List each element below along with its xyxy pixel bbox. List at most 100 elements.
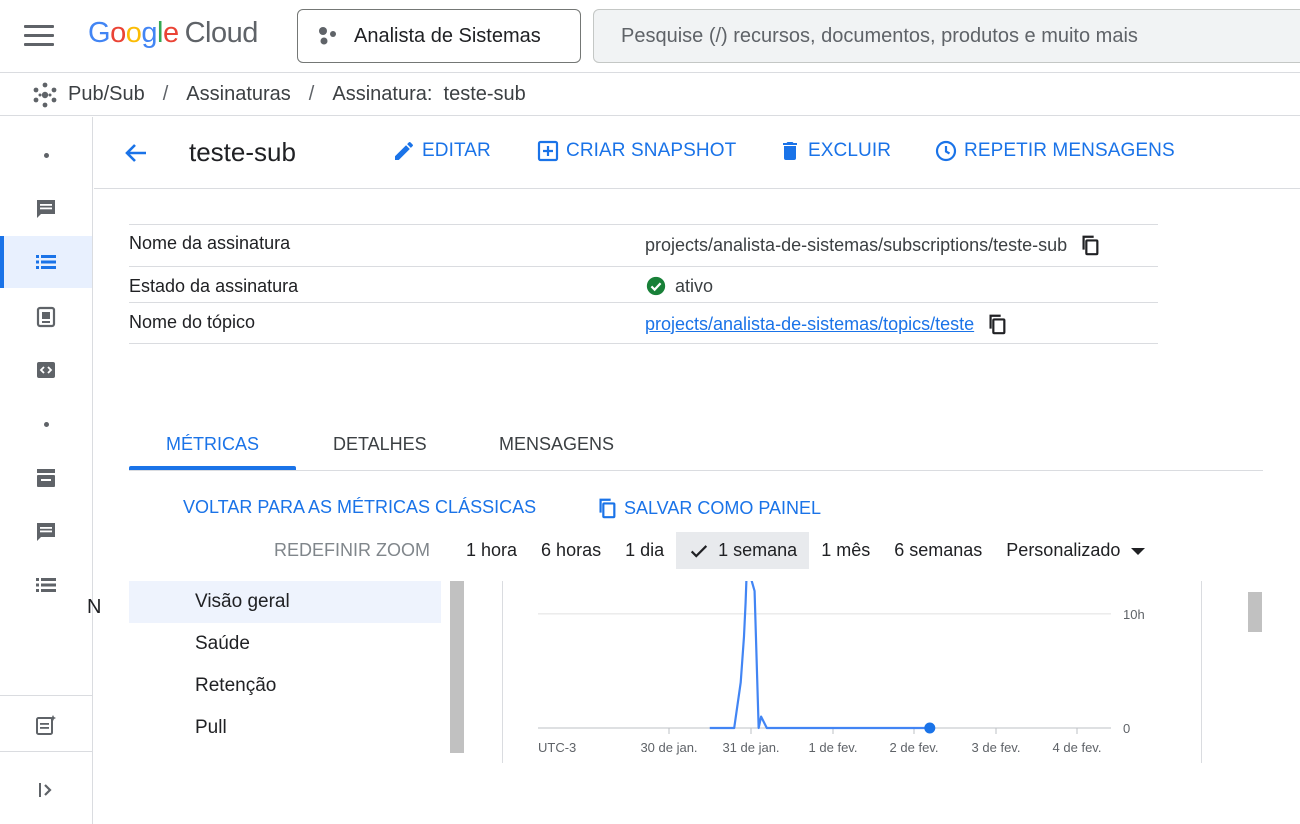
classic-metrics-label: VOLTAR PARA AS MÉTRICAS CLÁSSICAS: [183, 497, 537, 517]
metric-nav-health[interactable]: Saúde: [129, 623, 441, 665]
range-6w[interactable]: 6 semanas: [882, 532, 994, 569]
rail-item-truncated-label: N: [87, 596, 102, 618]
subscription-properties: Nome da assinatura projects/analista-de-…: [129, 224, 1158, 344]
metric-nav-pull[interactable]: Pull: [129, 707, 441, 749]
breadcrumb-subscriptions[interactable]: Assinaturas: [186, 83, 291, 106]
rail-item-lite[interactable]: [0, 452, 92, 504]
metric-nav-retention[interactable]: Retenção: [129, 665, 441, 707]
rail-item-topics[interactable]: [0, 183, 92, 235]
main-menu-button[interactable]: [24, 25, 54, 47]
left-nav-rail: [0, 117, 93, 824]
release-notes-icon: [36, 715, 56, 735]
copy-icon[interactable]: [986, 313, 1008, 335]
nav-scrollbar[interactable]: [450, 581, 464, 753]
chart-scrollbar[interactable]: [1248, 592, 1262, 632]
property-label: Nome da assinatura: [129, 233, 291, 253]
breadcrumb-current: Assinatura: teste-sub: [332, 83, 526, 105]
time-range-selector: REDEFINIR ZOOM 1 hora 6 horas 1 dia 1 se…: [270, 532, 1160, 569]
classic-metrics-link[interactable]: VOLTAR PARA AS MÉTRICAS CLÁSSICAS: [183, 497, 536, 518]
save-dashboard-label: SALVAR COMO PAINEL: [624, 497, 822, 518]
google-cloud-logo[interactable]: Google Cloud: [88, 17, 258, 50]
breadcrumb-separator: /: [308, 83, 315, 105]
range-1w[interactable]: 1 semana: [676, 532, 810, 569]
reset-zoom-button[interactable]: REDEFINIR ZOOM: [274, 540, 430, 561]
save-dashboard-button[interactable]: SALVAR COMO PAINEL: [596, 497, 821, 519]
range-1w-label: 1 semana: [718, 540, 798, 560]
x-tick-label: 31 de jan.: [722, 740, 779, 755]
edit-button[interactable]: EDITAR: [392, 139, 491, 163]
clock-icon: [935, 140, 957, 162]
delete-button[interactable]: EXCLUIR: [778, 139, 891, 163]
inbox-icon: [37, 469, 55, 487]
range-1h[interactable]: 1 hora: [454, 532, 529, 569]
x-tick-label: 1 de fev.: [809, 740, 858, 755]
rail-item-subscriptions[interactable]: [0, 236, 92, 288]
property-value: projects/analista-de-sistemas/subscripti…: [645, 234, 1101, 256]
rail-dot-item[interactable]: [0, 398, 92, 450]
active-tab-indicator: [129, 466, 296, 470]
back-arrow-icon[interactable]: [122, 139, 150, 167]
create-snapshot-label: CRIAR SNAPSHOT: [566, 140, 737, 161]
metric-nav-overview[interactable]: Visão geral: [129, 581, 441, 623]
rail-item-schemas[interactable]: [0, 344, 92, 396]
property-value: ativo: [645, 275, 713, 297]
tab-metrics[interactable]: MÉTRICAS: [166, 434, 259, 455]
list-icon: [36, 255, 56, 269]
tab-bar: MÉTRICAS DETALHES MENSAGENS: [129, 420, 1263, 471]
check-icon: [691, 544, 708, 558]
project-name: Analista de Sistemas: [354, 24, 541, 47]
property-row: Nome da assinatura projects/analista-de-…: [129, 224, 1158, 266]
breadcrumb-separator: /: [162, 83, 169, 105]
check-circle-icon: [646, 276, 666, 296]
range-1m[interactable]: 1 mês: [809, 532, 882, 569]
series-end-point: [924, 722, 936, 734]
project-dots-icon: [319, 27, 336, 45]
add-box-icon: [537, 140, 559, 162]
tab-details[interactable]: DETALHES: [333, 434, 427, 455]
metric-section-nav: Visão geral Saúde Retenção Pull: [129, 581, 441, 761]
project-picker-button[interactable]: Analista de Sistemas: [297, 9, 581, 63]
page-title: teste-sub: [189, 137, 296, 167]
rail-divider: [0, 751, 92, 752]
breadcrumb-pubsub[interactable]: Pub/Sub: [68, 83, 145, 106]
series-line: [709, 581, 930, 730]
rail-item-lite-subscriptions[interactable]: [0, 559, 92, 611]
replay-messages-label: REPETIR MENSAGENS: [964, 140, 1175, 161]
expand-rail-button[interactable]: [0, 764, 92, 816]
tab-messages[interactable]: MENSAGENS: [499, 434, 614, 455]
list-icon: [36, 578, 56, 592]
range-custom[interactable]: Personalizado: [994, 532, 1160, 569]
rail-item-release-notes[interactable]: [0, 699, 92, 751]
top-bar: Google Cloud Analista de Sistemas Pesquis…: [0, 0, 1300, 73]
x-tick-label: 3 de fev.: [972, 740, 1021, 755]
topic-link[interactable]: projects/analista-de-sistemas/topics/tes…: [645, 314, 974, 335]
page-header: teste-sub EDITAR CRIAR SNAPSHOT EXCLUIR …: [94, 117, 1300, 189]
rail-item-snapshots[interactable]: [0, 291, 92, 343]
y-tick-label: 0: [1123, 721, 1130, 736]
create-snapshot-button[interactable]: CRIAR SNAPSHOT: [536, 139, 736, 163]
property-row: Nome do tópico projects/analista-de-sist…: [129, 302, 1158, 344]
rail-divider: [0, 695, 92, 696]
code-icon: [37, 362, 55, 378]
chart-svg: UTC-3 30 de jan. 31 de jan. 1 de fev. 2 de f…: [538, 581, 1145, 755]
x-tick-label: 4 de fev.: [1053, 740, 1102, 755]
delete-label: EXCLUIR: [808, 140, 892, 161]
dot-icon: [43, 421, 49, 427]
copy-icon[interactable]: [1079, 234, 1101, 256]
search-input[interactable]: Pesquise (/) recursos, documentos, produ…: [593, 9, 1300, 63]
breadcrumb: Pub/Sub / Assinaturas / Assinatura: test…: [0, 74, 1300, 116]
trash-icon: [783, 142, 797, 160]
y-tick-label: 10h: [1123, 607, 1145, 622]
rail-item-lite-topics[interactable]: [0, 506, 92, 558]
pubsub-icon: [33, 82, 57, 107]
x-tick-label: UTC-3: [538, 740, 576, 755]
range-6h[interactable]: 6 horas: [529, 532, 613, 569]
snapshot-icon: [36, 306, 56, 328]
x-tick-label: 2 de fev.: [890, 740, 939, 755]
metric-chart: UTC-3 30 de jan. 31 de jan. 1 de fev. 2 de f…: [502, 581, 1202, 763]
property-value: projects/analista-de-sistemas/topics/tes…: [645, 313, 1008, 335]
range-1d[interactable]: 1 dia: [613, 532, 676, 569]
rail-dot-item[interactable]: [0, 129, 92, 181]
x-tick-label: 30 de jan.: [640, 740, 697, 755]
replay-messages-button[interactable]: REPETIR MENSAGENS: [934, 139, 1175, 163]
